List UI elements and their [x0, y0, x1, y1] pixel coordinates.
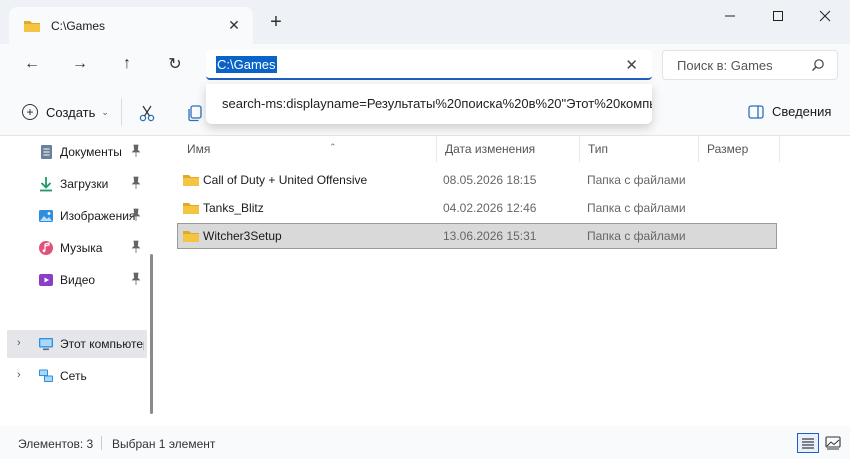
divider: [101, 436, 102, 450]
arrow-left-icon: ←: [24, 55, 40, 72]
list-view-icon: [802, 438, 814, 449]
sidebar-item-music[interactable]: Музыка: [0, 234, 150, 262]
downloads-icon: [40, 177, 52, 192]
details-view-button[interactable]: [797, 433, 819, 453]
scissors-icon[interactable]: [138, 104, 156, 122]
sidebar-item-downloads[interactable]: Загрузки: [0, 170, 150, 198]
pin-icon[interactable]: [130, 272, 142, 286]
pin-icon[interactable]: [130, 208, 142, 222]
details-label: Сведения: [772, 104, 832, 119]
sidebar-item-this-pc[interactable]: › Этот компьютер: [7, 330, 147, 358]
table-row[interactable]: Call of Duty + United Offensive 08.05.20…: [178, 168, 776, 192]
sort-ascending-icon: ⌃: [329, 142, 337, 152]
tab-games[interactable]: C:\Games ✕: [9, 7, 253, 45]
file-type: Папка с файлами: [587, 229, 686, 243]
documents-icon: [41, 145, 52, 159]
close-icon: [819, 10, 831, 22]
minimize-icon: [725, 15, 735, 17]
sidebar-item-network[interactable]: › Сеть: [0, 362, 150, 390]
status-bar: Элементов: 3 Выбран 1 элемент: [0, 426, 850, 459]
item-count: Элементов: 3: [18, 437, 94, 451]
close-tab-icon[interactable]: ✕: [227, 18, 241, 32]
search-icon: [812, 59, 824, 71]
file-name: Witcher3Setup: [203, 229, 282, 243]
navigation-pane: Документы Загрузки Изображения Музыка Ви…: [0, 136, 158, 426]
sidebar-item-videos[interactable]: Видео: [0, 266, 150, 294]
arrow-right-icon: →: [72, 55, 88, 72]
tab-strip: C:\Games ✕ +: [0, 0, 850, 45]
folder-icon: [183, 175, 199, 186]
thumbnail-view-icon: [825, 436, 841, 450]
network-icon: [39, 369, 53, 382]
maximize-icon: [773, 11, 783, 21]
tab-title: C:\Games: [51, 19, 106, 33]
create-label: Создать: [46, 104, 96, 120]
music-icon: [39, 241, 53, 255]
pin-icon[interactable]: [130, 240, 142, 254]
forward-button[interactable]: →: [66, 52, 94, 76]
address-bar[interactable]: C:\Games ✕: [206, 50, 652, 80]
chevron-right-icon[interactable]: ›: [17, 337, 21, 349]
table-row[interactable]: Tanks_Blitz 04.02.2026 12:46 Папка с фай…: [178, 196, 776, 220]
table-row-selected[interactable]: Witcher3Setup 13.06.2026 15:31 Папка с ф…: [177, 223, 777, 249]
maximize-button[interactable]: [755, 0, 801, 32]
details-button[interactable]: Сведения: [748, 104, 831, 119]
address-input-value[interactable]: C:\Games: [216, 56, 277, 73]
videos-icon: [39, 274, 53, 286]
thumbnail-view-button[interactable]: [822, 433, 844, 453]
back-button[interactable]: ←: [18, 52, 46, 76]
pin-icon[interactable]: [130, 176, 142, 190]
search-input[interactable]: Поиск в: Games: [677, 58, 773, 73]
column-header-size[interactable]: Размер: [699, 136, 780, 162]
column-header-label: Дата изменения: [445, 142, 536, 156]
file-date: 08.05.2026 18:15: [443, 173, 537, 187]
clear-address-icon[interactable]: ✕: [625, 56, 638, 74]
file-list: ⌃ Имя Дата изменения Тип Размер Call of …: [158, 136, 850, 426]
sidebar-item-documents[interactable]: Документы: [0, 138, 150, 166]
pin-icon[interactable]: [130, 144, 142, 158]
sidebar-item-pictures[interactable]: Изображения: [0, 202, 150, 230]
create-button[interactable]: + Создать ⌄: [22, 104, 109, 120]
chevron-right-icon[interactable]: ›: [17, 369, 21, 381]
navigation-bar: ← → ↑ ↻ C:\Games ✕ Поиск в: Games: [0, 44, 850, 84]
folder-icon: [183, 231, 199, 242]
divider: [121, 98, 122, 126]
search-box[interactable]: Поиск в: Games: [662, 50, 838, 80]
up-button[interactable]: ↑: [113, 52, 141, 76]
folder-icon: [183, 203, 199, 214]
suggestion-item[interactable]: search-ms:displayname=Результаты%20поиск…: [222, 96, 652, 111]
file-type: Папка с файлами: [587, 173, 686, 187]
sidebar-scrollbar[interactable]: [150, 254, 153, 414]
column-header-label: Имя: [187, 142, 211, 156]
file-date: 13.06.2026 15:31: [443, 229, 537, 243]
new-tab-button[interactable]: +: [266, 12, 286, 32]
file-date: 04.02.2026 12:46: [443, 201, 537, 215]
close-window-button[interactable]: [802, 0, 848, 32]
refresh-button[interactable]: ↻: [161, 52, 189, 76]
column-header-type[interactable]: Тип: [580, 136, 699, 162]
file-name: Tanks_Blitz: [203, 201, 264, 215]
column-header-date[interactable]: Дата изменения: [437, 136, 580, 162]
copy-icon[interactable]: [186, 104, 204, 122]
folder-icon: [24, 21, 40, 32]
minimize-button[interactable]: [707, 0, 753, 32]
details-pane-icon: [748, 104, 764, 119]
arrow-up-icon: ↑: [123, 55, 131, 72]
file-type: Папка с файлами: [587, 201, 686, 215]
pictures-icon: [39, 210, 53, 222]
chevron-down-icon: ⌄: [101, 106, 109, 117]
column-header-name[interactable]: ⌃ Имя: [179, 136, 437, 162]
column-header-label: Тип: [588, 142, 609, 156]
file-name: Call of Duty + United Offensive: [203, 173, 368, 187]
sidebar-item-label: Этот компьютер: [60, 337, 144, 351]
selection-count: Выбран 1 элемент: [112, 437, 216, 451]
plus-circle-icon: +: [22, 104, 38, 120]
this-pc-icon: [39, 338, 53, 351]
refresh-icon: ↻: [168, 56, 182, 73]
sidebar-item-label: Сеть: [60, 369, 87, 383]
column-header-label: Размер: [707, 142, 749, 156]
address-suggestions: search-ms:displayname=Результаты%20поиск…: [206, 84, 652, 124]
